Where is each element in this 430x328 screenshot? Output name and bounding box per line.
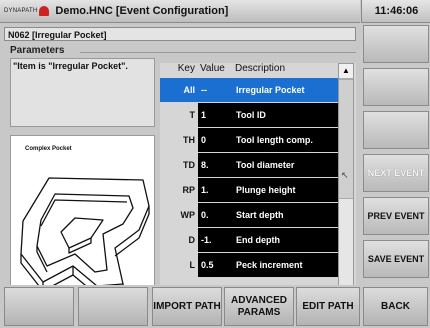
bottom-softkeys: IMPORT PATH ADVANCED PARAMS EDIT PATH BA… xyxy=(0,285,430,328)
import-path-button[interactable]: IMPORT PATH xyxy=(152,287,222,326)
edit-path-button[interactable]: EDIT PATH xyxy=(296,287,360,326)
row-description: Start depth xyxy=(232,203,338,227)
table-row-all[interactable]: All -- Irregular Pocket xyxy=(160,78,338,102)
row-description: Tool ID xyxy=(232,103,338,127)
table-row-tool-id[interactable]: T 1 Tool ID xyxy=(160,103,338,127)
row-description: Tool length comp. xyxy=(232,128,338,152)
pocket-illustration: Complex Pocket xyxy=(10,135,155,301)
row-key: RP xyxy=(182,185,195,195)
row-value[interactable]: 8. xyxy=(198,153,232,177)
column-header-key: Key xyxy=(177,63,195,74)
clock: 11:46:06 xyxy=(361,0,430,23)
side-softkey-2[interactable] xyxy=(363,68,429,106)
parameter-table: Key Value Description All -- Irregular P… xyxy=(160,63,356,301)
row-value[interactable]: 1 xyxy=(198,103,232,127)
title-bar: DYNAPATH Demo.HNC [Event Configuration] xyxy=(0,0,360,23)
dynapath-logo: DYNAPATH xyxy=(4,3,50,19)
row-value[interactable]: 0. xyxy=(198,203,232,227)
window-title: Demo.HNC [Event Configuration] xyxy=(55,5,229,17)
mouse-cursor-icon: ↖ xyxy=(341,170,349,180)
scrollbar-thumb[interactable] xyxy=(339,79,353,199)
main-panel: N062 [Irregular Pocket] Parameters "Item… xyxy=(0,23,360,301)
side-softkey-1[interactable] xyxy=(363,25,429,63)
row-key: L xyxy=(189,260,196,270)
row-value[interactable]: 0.5 xyxy=(198,253,232,277)
logo-mark-icon xyxy=(39,6,50,16)
save-event-button[interactable]: SAVE EVENT xyxy=(363,240,429,278)
row-description: Peck increment xyxy=(232,253,338,277)
next-event-button[interactable]: NEXT EVENT xyxy=(363,154,429,192)
table-scrollbar[interactable]: ▲ ▼ xyxy=(338,63,354,301)
table-header: Key Value Description xyxy=(160,63,338,77)
table-row-plunge-height[interactable]: RP 1. Plunge height xyxy=(160,178,338,202)
side-softkey-3[interactable] xyxy=(363,111,429,149)
logo-text: DYNAPATH xyxy=(4,8,38,14)
table-row-start-depth[interactable]: WP 0. Start depth xyxy=(160,203,338,227)
row-value[interactable]: -- xyxy=(198,78,232,102)
row-description: Irregular Pocket xyxy=(232,78,338,102)
row-key: TD xyxy=(183,160,195,170)
section-divider xyxy=(80,52,356,53)
bottom-softkey-2[interactable] xyxy=(78,287,148,326)
table-row-end-depth[interactable]: D -1. End depth xyxy=(160,228,338,252)
table-row-tool-length-comp[interactable]: TH 0 Tool length comp. xyxy=(160,128,338,152)
row-key: D xyxy=(188,235,196,245)
column-header-description: Description xyxy=(235,63,286,74)
table-row-peck-increment[interactable]: L 0.5 Peck increment xyxy=(160,253,338,277)
row-value[interactable]: -1. xyxy=(198,228,232,252)
row-description: End depth xyxy=(232,228,338,252)
scroll-up-arrow-icon[interactable]: ▲ xyxy=(339,64,353,79)
irregular-pocket-drawing xyxy=(20,177,150,296)
row-value[interactable]: 1. xyxy=(198,178,232,202)
path-name-field: N062 [Irregular Pocket] xyxy=(4,27,356,41)
row-key: TH xyxy=(183,135,195,145)
message-box: "Item is "Irregular Pocket". xyxy=(10,58,155,127)
row-value[interactable]: 0 xyxy=(198,128,232,152)
row-description: Tool diameter xyxy=(232,153,338,177)
advanced-params-button[interactable]: ADVANCED PARAMS xyxy=(224,287,294,326)
side-softkeys: NEXT EVENT PREV EVENT SAVE EVENT xyxy=(361,23,430,283)
row-key: All xyxy=(160,78,198,102)
row-key: T xyxy=(189,110,196,120)
bottom-softkey-1[interactable] xyxy=(4,287,74,326)
prev-event-button[interactable]: PREV EVENT xyxy=(363,197,429,235)
back-button[interactable]: BACK xyxy=(363,287,428,326)
row-key: WP xyxy=(180,210,196,220)
column-header-value: Value xyxy=(200,63,225,74)
parameters-section-title: Parameters xyxy=(10,45,65,56)
row-description: Plunge height xyxy=(232,178,338,202)
table-row-tool-diameter[interactable]: TD 8. Tool diameter xyxy=(160,153,338,177)
